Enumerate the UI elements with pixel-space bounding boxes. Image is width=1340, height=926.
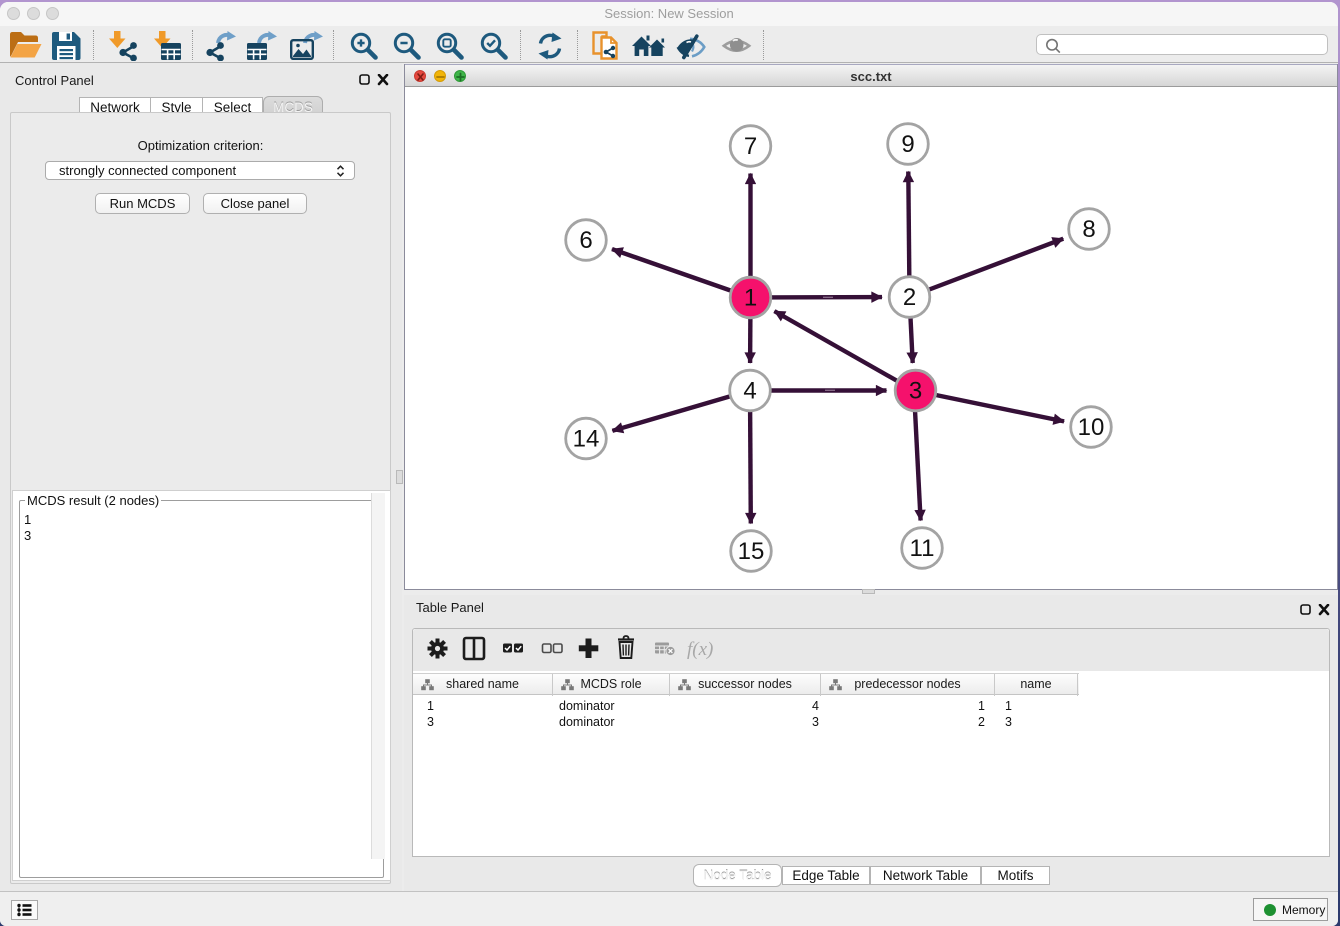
svg-text:7: 7 <box>744 133 757 160</box>
svg-text:15: 15 <box>738 538 765 565</box>
svg-text:f(x): f(x) <box>687 639 713 660</box>
svg-text:8: 8 <box>1082 216 1095 243</box>
svg-text:14: 14 <box>573 426 600 453</box>
svg-text:1: 1 <box>744 285 757 312</box>
svg-text:4: 4 <box>743 378 756 405</box>
svg-text:11: 11 <box>910 535 935 562</box>
svg-text:10: 10 <box>1078 414 1105 441</box>
svg-text:2: 2 <box>903 284 916 311</box>
svg-text:9: 9 <box>901 131 914 158</box>
svg-text:6: 6 <box>579 227 592 254</box>
svg-text:3: 3 <box>909 378 922 405</box>
